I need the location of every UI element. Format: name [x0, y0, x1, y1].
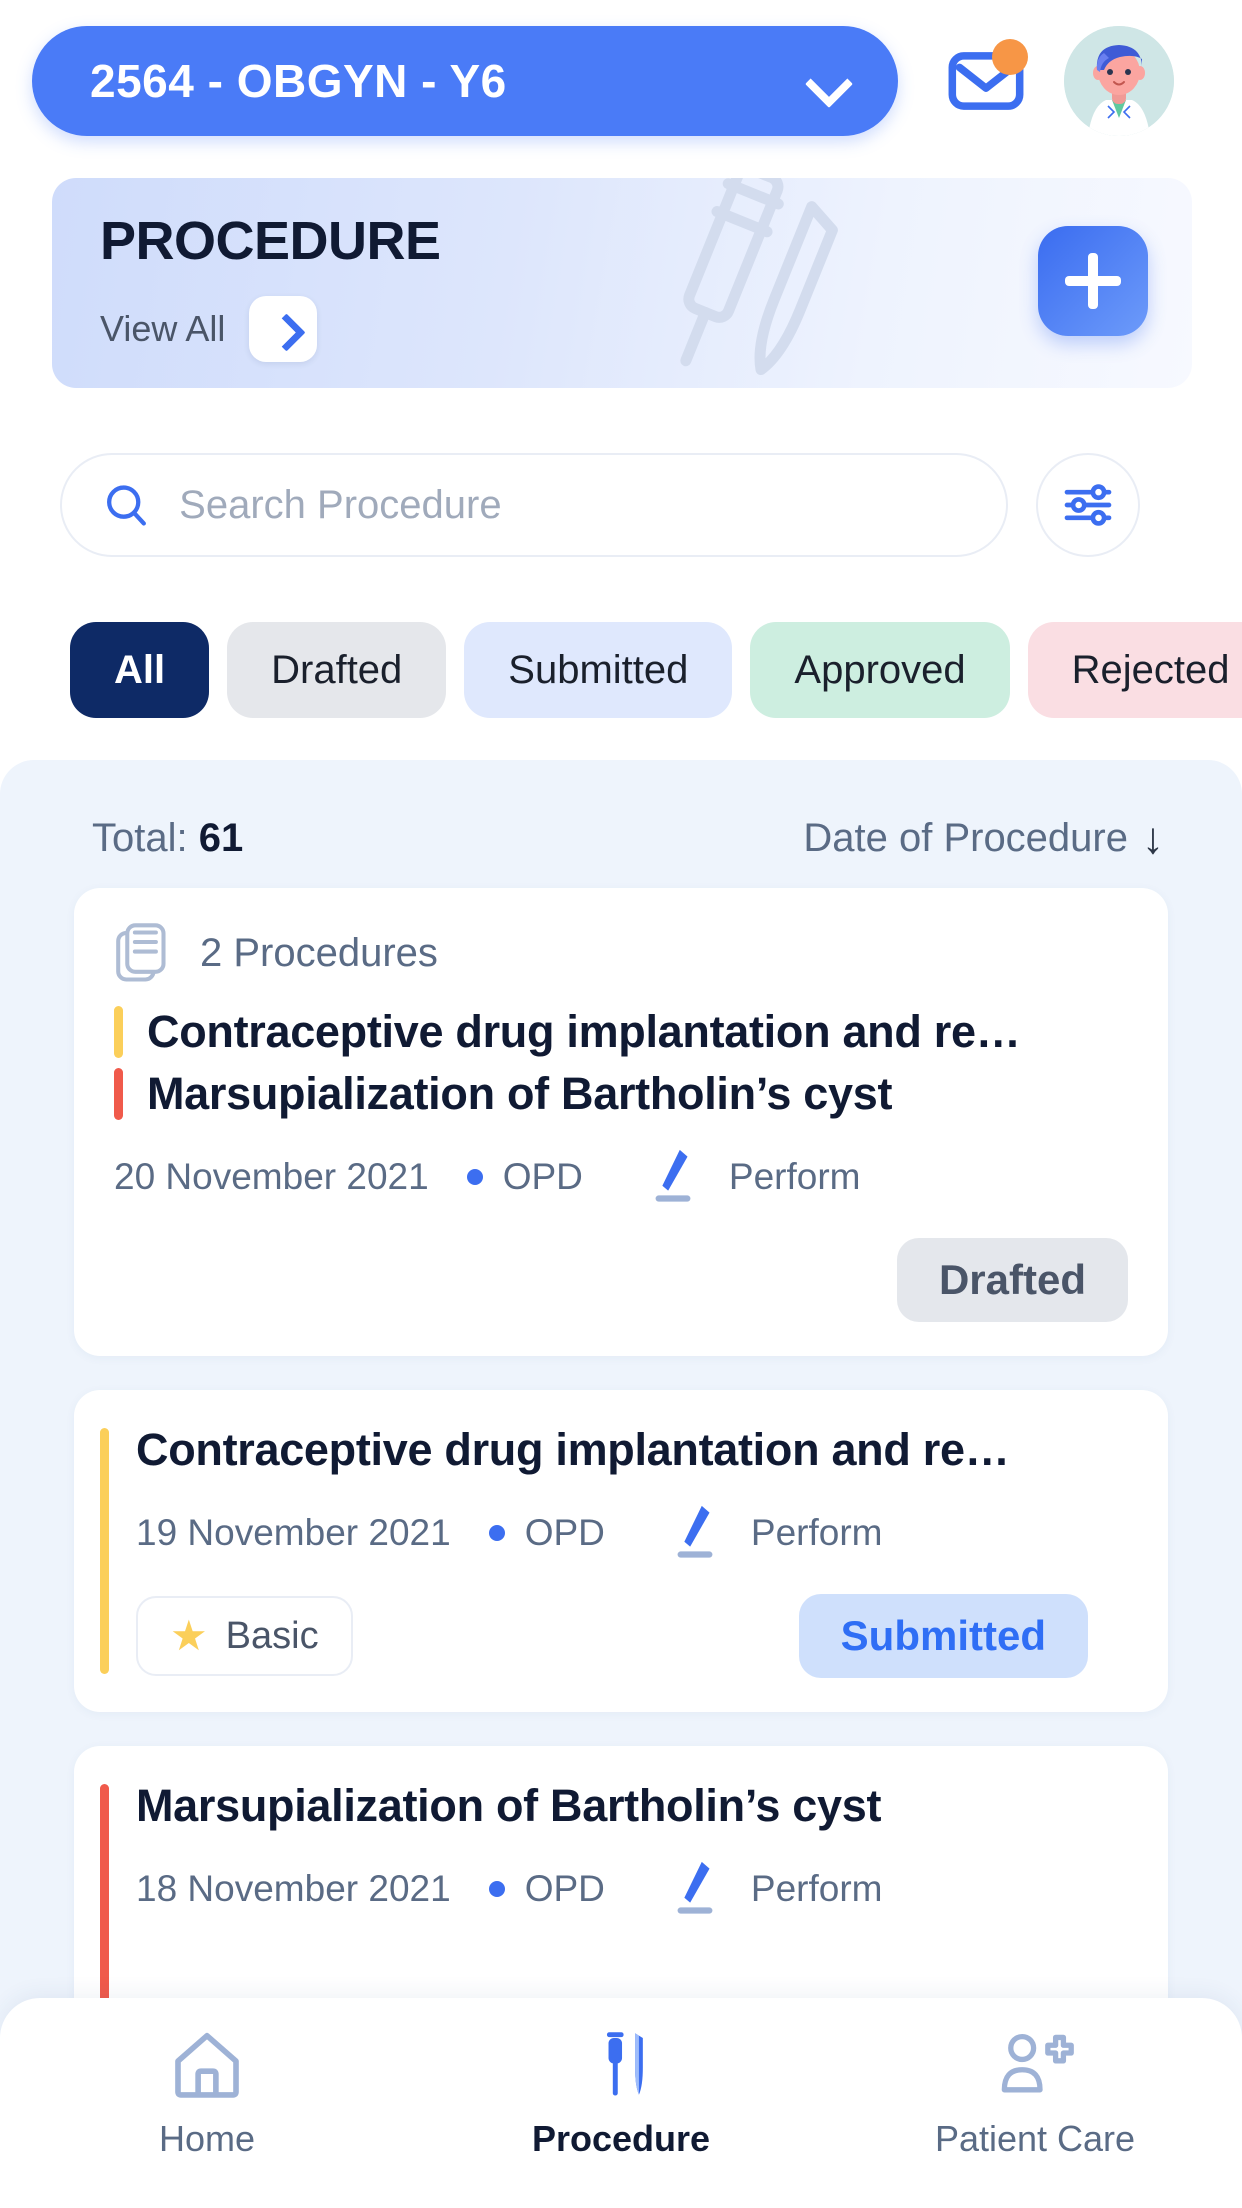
procedure-setting: OPD [524, 1868, 605, 1909]
procedure-card[interactable]: Contraceptive drug implantation and re… … [74, 1390, 1168, 1712]
scalpel-icon [677, 1505, 713, 1558]
sort-control[interactable]: Date of Procedure ↓ [803, 816, 1164, 861]
filter-chip-drafted[interactable]: Drafted [227, 622, 447, 718]
search-row [60, 450, 1190, 560]
procedure-meta: 18 November 2021 OPD Perform [136, 1858, 1088, 1920]
card-content: Contraceptive drug implantation and re… … [74, 1424, 1128, 1678]
procedure-date: 19 November 2021 [136, 1512, 451, 1553]
procedure-name: Contraceptive drug implantation and re… [147, 1006, 1021, 1057]
chip-label: Approved [794, 647, 966, 692]
chip-label: Rejected [1071, 647, 1230, 692]
filter-chip-rejected[interactable]: Rejected [1027, 622, 1242, 718]
nav-label: Patient Care [934, 2118, 1136, 2159]
procedure-count-label: 2 Procedures [200, 930, 438, 975]
doctor-avatar-icon [1064, 26, 1174, 136]
search-input[interactable] [179, 482, 966, 528]
view-all-link[interactable]: View All [100, 296, 318, 362]
filter-chip-submitted[interactable]: Submitted [464, 622, 733, 718]
procedure-meta: 19 November 2021 OPD Perform [136, 1502, 1088, 1564]
top-bar: 2564 - OBGYN - Y6 [0, 22, 1242, 140]
card-footer: ★ Basic Submitted [136, 1594, 1088, 1678]
department-label: 2564 - OBGYN - Y6 [90, 55, 507, 107]
sort-label: Date of Procedure [803, 816, 1128, 860]
syringe-scalpel-watermark-icon [680, 178, 838, 376]
chevron-down-icon [808, 67, 854, 95]
filter-chip-all[interactable]: All [70, 622, 210, 718]
procedure-setting: OPD [502, 1156, 583, 1197]
procedure-cards: 2 Procedures Contraceptive drug implanta… [0, 888, 1242, 2074]
procedure-role: Perform [750, 1512, 883, 1553]
view-all-button[interactable] [249, 296, 318, 362]
search-icon [107, 485, 146, 526]
procedure-accent-bar [114, 1068, 123, 1120]
nav-label: Home [158, 2118, 256, 2159]
star-icon: ★ [170, 1612, 208, 1659]
patient-care-icon [1001, 2033, 1074, 2093]
view-all-label: View All [100, 308, 226, 349]
home-icon [175, 2032, 239, 2098]
mail-button[interactable] [938, 33, 1034, 129]
notification-badge [992, 39, 1028, 75]
status-filter-chips: All Drafted Submitted Approved Rejected [0, 610, 1242, 730]
page-title: PROCEDURE [100, 211, 441, 271]
scalpel-icon [677, 1861, 713, 1914]
procedure-hero-card: PROCEDURE View All [52, 178, 1192, 388]
app-screen: 2564 - OBGYN - Y6 PROCEDURE View All Sea… [0, 0, 1242, 2208]
arrow-down-icon: ↓ [1142, 813, 1164, 863]
total-value: 61 [198, 816, 244, 860]
nav-item-home[interactable]: Home [0, 2028, 414, 2160]
card-procedure-count: 2 Procedures [114, 922, 1128, 984]
bullet-dot-icon [488, 1881, 505, 1897]
bullet-dot-icon [466, 1169, 483, 1185]
bullet-dot-icon [488, 1525, 505, 1541]
filter-button[interactable] [1036, 453, 1140, 557]
procedure-role: Perform [728, 1156, 861, 1197]
card-footer: Drafted [114, 1238, 1128, 1322]
nav-item-patient-care[interactable]: Patient Care [828, 2028, 1242, 2160]
procedure-date: 20 November 2021 [114, 1156, 429, 1197]
syringe-scalpel-icon [606, 2032, 643, 2096]
total-count: Total: 61 [92, 816, 243, 861]
procedure-list-panel: Total: 61 Date of Procedure ↓ 2 Procedur… [0, 760, 1242, 2208]
procedure-meta: 20 November 2021 OPD Perform [114, 1146, 1128, 1208]
total-label: Total: [92, 816, 188, 860]
level-chip[interactable]: ★ Basic [136, 1596, 353, 1676]
procedure-setting: OPD [524, 1512, 605, 1553]
bottom-navigation: Home Procedure Patient Care [0, 1998, 1242, 2208]
filter-chip-approved[interactable]: Approved [750, 622, 1010, 718]
nav-item-procedure[interactable]: Procedure [414, 2028, 828, 2160]
sliders-filter-icon [1064, 484, 1112, 526]
plus-icon [1065, 253, 1121, 309]
documents-icon [116, 923, 166, 982]
procedure-name: Marsupialization of Bartholin’s cyst [136, 1780, 882, 1831]
procedure-item: Marsupialization of Bartholin’s cyst [114, 1068, 1128, 1120]
chip-label: Drafted [271, 647, 403, 692]
chevron-right-icon [273, 319, 293, 339]
add-procedure-button[interactable] [1038, 226, 1148, 336]
procedure-name: Contraceptive drug implantation and re… [136, 1424, 1010, 1475]
status-badge[interactable]: Submitted [798, 1594, 1088, 1678]
search-box[interactable] [60, 453, 1008, 557]
procedure-date: 18 November 2021 [136, 1868, 451, 1909]
status-badge[interactable]: Drafted [896, 1238, 1128, 1322]
level-label: Basic [225, 1614, 319, 1657]
chip-label: Submitted [508, 647, 689, 692]
procedure-name: Marsupialization of Bartholin’s cyst [147, 1068, 893, 1119]
procedure-role: Perform [750, 1868, 883, 1909]
procedure-item: Contraceptive drug implantation and re… [114, 1006, 1128, 1058]
nav-label: Procedure [531, 2118, 711, 2159]
procedure-accent-bar [114, 1006, 123, 1058]
scalpel-icon [655, 1149, 691, 1202]
procedure-card[interactable]: 2 Procedures Contraceptive drug implanta… [74, 888, 1168, 1356]
avatar[interactable] [1064, 26, 1174, 136]
department-selector[interactable]: 2564 - OBGYN - Y6 [32, 26, 898, 136]
chip-label: All [114, 647, 166, 692]
list-header: Total: 61 Date of Procedure ↓ [0, 816, 1242, 861]
procedure-accent-bar [100, 1428, 109, 1674]
